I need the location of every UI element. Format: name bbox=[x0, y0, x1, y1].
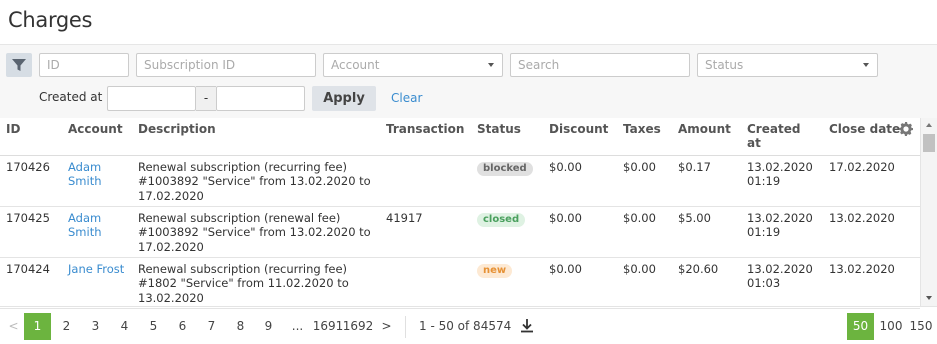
gear-icon bbox=[899, 122, 913, 136]
vertical-scrollbar[interactable] bbox=[920, 118, 937, 306]
col-header-amount[interactable]: Amount bbox=[672, 118, 741, 156]
cell-amount: $20.60 bbox=[672, 257, 741, 309]
apply-button[interactable]: Apply bbox=[312, 86, 376, 111]
cell-transaction: 41917 bbox=[380, 206, 471, 258]
table-header-row: ID Account Description Transaction Statu… bbox=[0, 118, 920, 156]
page-button-1691[interactable]: 1691 bbox=[312, 313, 344, 340]
col-header-description[interactable]: Description bbox=[132, 118, 380, 156]
download-icon bbox=[521, 319, 533, 333]
chevron-down-icon bbox=[488, 63, 494, 67]
filter-icon bbox=[12, 59, 26, 71]
scrollbar-thumb[interactable] bbox=[923, 134, 935, 152]
subscription-id-filter-input[interactable] bbox=[136, 53, 316, 77]
page-button-6[interactable]: 6 bbox=[169, 313, 196, 340]
next-page-button[interactable]: > bbox=[373, 313, 400, 340]
cell-status: closed bbox=[471, 206, 543, 258]
download-button[interactable] bbox=[519, 318, 535, 338]
pagination: < 1 2 3 4 5 6 7 8 9 ... 1691 1692 > 1 - … bbox=[0, 306, 937, 344]
page-button-9[interactable]: 9 bbox=[255, 313, 282, 340]
status-badge: blocked bbox=[477, 161, 533, 176]
status-badge: closed bbox=[477, 212, 526, 227]
created-from-input[interactable] bbox=[107, 86, 196, 111]
table-settings-button[interactable] bbox=[899, 121, 913, 140]
scroll-down-icon[interactable] bbox=[926, 296, 932, 300]
page-button-7[interactable]: 7 bbox=[198, 313, 225, 340]
cell-account-link[interactable]: Adam Smith bbox=[62, 155, 132, 207]
status-select[interactable]: Status bbox=[697, 53, 878, 77]
chevron-down-icon bbox=[863, 63, 869, 67]
cell-transaction bbox=[380, 155, 471, 207]
page-ellipsis: ... bbox=[291, 319, 304, 333]
col-header-id[interactable]: ID bbox=[0, 118, 62, 156]
cell-taxes: $0.00 bbox=[617, 257, 672, 309]
cell-discount: $0.00 bbox=[543, 257, 617, 309]
cell-close-date: 13.02.2020 bbox=[823, 206, 920, 258]
page-size-100[interactable]: 100 bbox=[876, 313, 906, 340]
cell-status: blocked bbox=[471, 155, 543, 207]
table-row[interactable]: 170425 Adam Smith Renewal subscription (… bbox=[0, 206, 920, 258]
cell-id: 170424 bbox=[0, 257, 62, 309]
col-header-created-at[interactable]: Created at bbox=[741, 118, 823, 156]
cell-created-at: 13.02.2020 01:03 bbox=[741, 257, 823, 309]
cell-created-at: 13.02.2020 01:19 bbox=[741, 206, 823, 258]
range-info: 1 - 50 of 84574 bbox=[419, 319, 512, 333]
page-button-5[interactable]: 5 bbox=[140, 313, 167, 340]
cell-created-at: 13.02.2020 01:19 bbox=[741, 155, 823, 207]
filter-bar: Account Status Created at - Apply Clear bbox=[0, 44, 937, 118]
table-row[interactable]: 170426 Adam Smith Renewal subscription (… bbox=[0, 155, 920, 207]
account-select-label: Account bbox=[331, 58, 380, 72]
created-to-input[interactable] bbox=[216, 86, 305, 111]
cell-amount: $0.17 bbox=[672, 155, 741, 207]
col-header-discount[interactable]: Discount bbox=[543, 118, 617, 156]
table-row[interactable]: 170424 Jane Frost Renewal subscription (… bbox=[0, 257, 920, 309]
cell-discount: $0.00 bbox=[543, 206, 617, 258]
cell-account-link[interactable]: Jane Frost bbox=[62, 257, 132, 309]
cell-description: Renewal subscription (recurring fee) #18… bbox=[132, 257, 380, 309]
status-select-label: Status bbox=[705, 58, 744, 72]
cell-discount: $0.00 bbox=[543, 155, 617, 207]
cell-id: 170425 bbox=[0, 206, 62, 258]
clear-link[interactable]: Clear bbox=[391, 91, 422, 105]
cell-description: Renewal subscription (recurring fee) #10… bbox=[132, 155, 380, 207]
page-size-50[interactable]: 50 bbox=[847, 313, 874, 340]
page-button-4[interactable]: 4 bbox=[111, 313, 138, 340]
status-badge: new bbox=[477, 263, 513, 278]
search-input[interactable] bbox=[510, 53, 690, 77]
filter-toggle-button[interactable] bbox=[6, 53, 32, 77]
cell-id: 170426 bbox=[0, 155, 62, 207]
created-at-label: Created at bbox=[39, 90, 103, 104]
page-button-8[interactable]: 8 bbox=[227, 313, 254, 340]
page-button-3[interactable]: 3 bbox=[82, 313, 109, 340]
cell-account-link[interactable]: Adam Smith bbox=[62, 206, 132, 258]
charges-table: ID Account Description Transaction Statu… bbox=[0, 118, 920, 309]
prev-page-button[interactable]: < bbox=[0, 313, 27, 340]
col-header-account[interactable]: Account bbox=[62, 118, 132, 156]
date-range-separator: - bbox=[196, 86, 216, 111]
cell-close-date: 13.02.2020 bbox=[823, 257, 920, 309]
cell-taxes: $0.00 bbox=[617, 206, 672, 258]
page-title: Charges bbox=[8, 8, 93, 32]
account-select[interactable]: Account bbox=[323, 53, 503, 77]
cell-description: Renewal subscription (renewal fee) #1003… bbox=[132, 206, 380, 258]
cell-close-date: 17.02.2020 bbox=[823, 155, 920, 207]
scroll-up-icon[interactable] bbox=[926, 123, 932, 127]
page-size-150[interactable]: 150 bbox=[906, 313, 936, 340]
id-filter-input[interactable] bbox=[39, 53, 129, 77]
col-header-transaction[interactable]: Transaction bbox=[380, 118, 471, 156]
cell-amount: $5.00 bbox=[672, 206, 741, 258]
cell-transaction bbox=[380, 257, 471, 309]
col-header-taxes[interactable]: Taxes bbox=[617, 118, 672, 156]
page-button-1[interactable]: 1 bbox=[24, 313, 51, 340]
page-button-2[interactable]: 2 bbox=[53, 313, 80, 340]
col-header-status[interactable]: Status bbox=[471, 118, 543, 156]
cell-taxes: $0.00 bbox=[617, 155, 672, 207]
pager-divider bbox=[405, 316, 406, 338]
page-button-1692[interactable]: 1692 bbox=[342, 313, 374, 340]
cell-status: new bbox=[471, 257, 543, 309]
